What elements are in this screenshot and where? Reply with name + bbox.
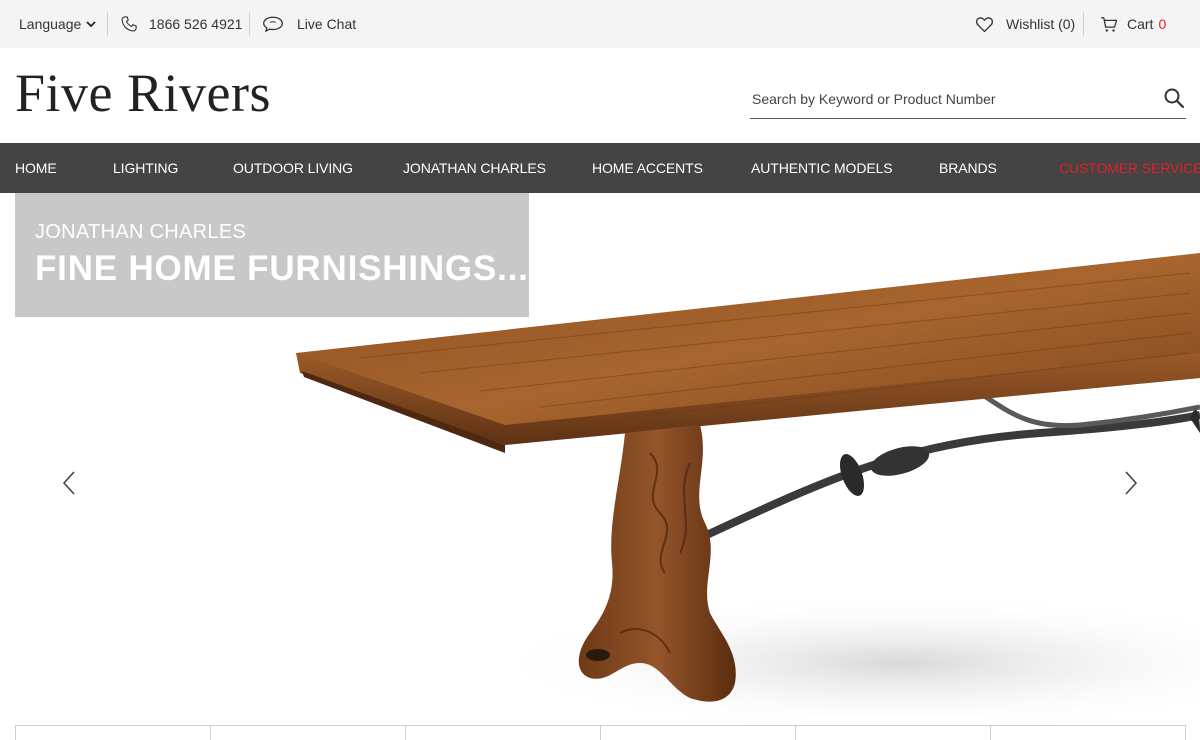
language-label: Language xyxy=(19,16,82,32)
search-bar xyxy=(750,82,1186,119)
nav-item-customer-service[interactable]: CUSTOMER SERVICE xyxy=(1059,143,1200,193)
phone-icon xyxy=(121,16,137,32)
nav-item-brands[interactable]: BRANDS xyxy=(939,143,997,193)
live-chat-label: Live Chat xyxy=(297,16,357,32)
top-utility-bar: Language 1866 526 4921 Live Chat Wishlis… xyxy=(0,0,1200,48)
carousel-thumbnail[interactable] xyxy=(15,725,211,740)
chat-bubble-icon xyxy=(263,16,283,32)
hero-carousel[interactable]: JONATHAN CHARLES FINE HOME FURNISHINGS..… xyxy=(0,193,1200,725)
cart-link[interactable]: Cart 0 xyxy=(1100,0,1166,48)
carousel-prev-button[interactable] xyxy=(54,463,84,503)
hero-caption-brand: JONATHAN CHARLES xyxy=(35,221,247,243)
cart-icon xyxy=(1101,16,1118,32)
carousel-thumbnail[interactable] xyxy=(795,725,991,740)
nav-item-home-accents[interactable]: HOME ACCENTS xyxy=(592,143,703,193)
phone-number: 1866 526 4921 xyxy=(149,16,243,32)
live-chat-link[interactable]: Live Chat xyxy=(262,0,356,48)
cart-count-badge: 0 xyxy=(1158,16,1167,32)
chevron-left-icon xyxy=(62,471,75,495)
search-input[interactable] xyxy=(752,87,1152,111)
search-icon[interactable] xyxy=(1162,86,1186,110)
carousel-thumbnail[interactable] xyxy=(990,725,1186,740)
divider xyxy=(1083,12,1084,36)
carousel-next-button[interactable] xyxy=(1116,463,1146,503)
carousel-thumbnail[interactable] xyxy=(210,725,406,740)
heart-icon xyxy=(975,16,994,32)
carousel-thumbnail[interactable] xyxy=(600,725,796,740)
carousel-thumbnail[interactable] xyxy=(405,725,601,740)
wishlist-label: Wishlist (0) xyxy=(1006,16,1076,32)
hero-caption-box[interactable]: JONATHAN CHARLES FINE HOME FURNISHINGS..… xyxy=(15,193,529,317)
chevron-right-icon xyxy=(1125,471,1138,495)
nav-item-authentic-models[interactable]: AUTHENTIC MODELS xyxy=(751,143,893,193)
main-nav: HOME LIGHTING OUTDOOR LIVING JONATHAN CH… xyxy=(0,143,1200,193)
divider xyxy=(107,12,108,36)
chevron-down-icon xyxy=(86,21,96,28)
nav-item-outdoor-living[interactable]: OUTDOOR LIVING xyxy=(233,143,353,193)
language-selector[interactable]: Language xyxy=(19,0,96,48)
site-logo[interactable]: Five Rivers xyxy=(15,66,271,120)
nav-item-home[interactable]: HOME xyxy=(15,143,57,193)
carousel-thumbnails xyxy=(15,725,1200,740)
divider xyxy=(249,12,250,36)
hero-caption-title: FINE HOME FURNISHINGS... xyxy=(35,249,529,288)
cart-label: Cart xyxy=(1127,16,1154,32)
nav-item-lighting[interactable]: LIGHTING xyxy=(113,143,178,193)
wishlist-link[interactable]: Wishlist (0) xyxy=(975,0,1075,48)
phone-link[interactable]: 1866 526 4921 xyxy=(120,0,242,48)
nav-item-jonathan-charles[interactable]: JONATHAN CHARLES xyxy=(403,143,546,193)
